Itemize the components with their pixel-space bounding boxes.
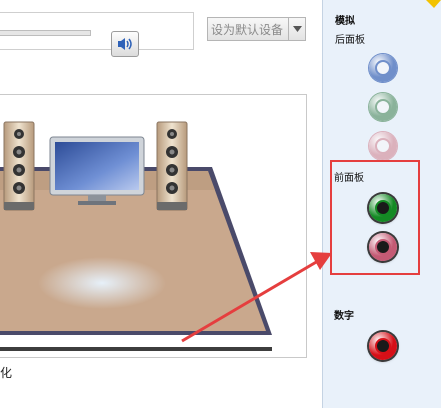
front-panel-highlight	[330, 160, 420, 275]
jack-digital-icon	[375, 338, 391, 354]
jack-blue-icon	[375, 60, 391, 76]
digital-heading: 数字	[334, 311, 354, 322]
jack-green-icon	[375, 99, 391, 115]
volume-slider[interactable]	[0, 30, 91, 36]
analog-heading: 模拟	[335, 16, 355, 27]
dropdown-arrow-icon[interactable]	[288, 18, 305, 40]
speaker-icon	[118, 38, 132, 50]
set-default-device-label: 设为默认设备	[211, 23, 284, 37]
back-panel-label: 后面板	[335, 35, 365, 46]
back-jack-green[interactable]	[369, 93, 397, 121]
volume-panel	[0, 12, 194, 57]
digital-jack[interactable]	[369, 332, 397, 360]
set-default-device-button[interactable]: 设为默认设备	[207, 17, 306, 41]
back-jack-blue[interactable]	[369, 54, 397, 82]
config-caption: 化	[0, 366, 13, 380]
star-icon	[426, 0, 441, 8]
back-jack-pink[interactable]	[369, 132, 397, 160]
speaker-config-stage	[0, 94, 307, 358]
mute-button[interactable]	[111, 31, 139, 57]
left-speaker[interactable]	[3, 121, 35, 211]
monitor-icon	[49, 136, 145, 205]
jack-pink-icon	[375, 138, 391, 154]
right-speaker[interactable]	[156, 121, 188, 211]
